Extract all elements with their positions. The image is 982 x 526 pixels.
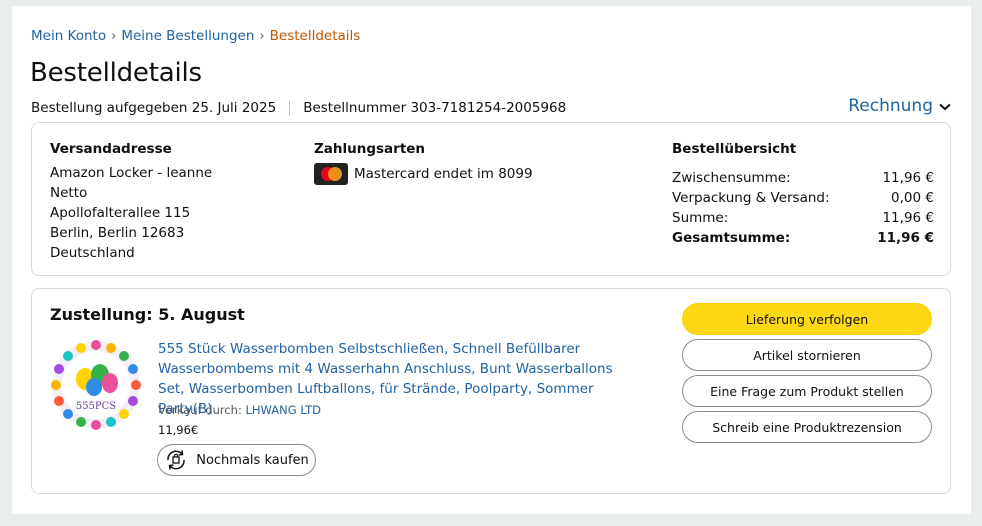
product-image[interactable]: 555PCS <box>50 339 142 431</box>
invoice-dropdown[interactable]: Rechnung <box>848 96 951 116</box>
summary-total-row: Gesamtsumme: 11,96 € <box>672 228 934 248</box>
summary-value: 11,96 € <box>882 210 934 226</box>
order-number: Bestellnummer 303-7181254-2005968 <box>303 100 567 116</box>
breadcrumb-my-orders[interactable]: Meine Bestellungen <box>121 28 254 44</box>
payment-title: Zahlungsarten <box>314 141 426 157</box>
shipment-box: Zustellung: 5. August 555PCS 555 Stück W… <box>31 288 951 494</box>
order-info-box: Versandadresse Amazon Locker - leanne Ne… <box>31 122 951 276</box>
seller-link[interactable]: LHWANG LTD <box>245 403 321 417</box>
breadcrumb-separator: › <box>111 29 117 44</box>
order-meta: Bestellung aufgegeben 25. Juli 2025 Best… <box>31 100 566 116</box>
rebuy-cycle-icon <box>167 450 185 470</box>
delivery-title: Zustellung: 5. August <box>50 305 245 324</box>
ask-product-question-button[interactable]: Eine Frage zum Produkt stellen <box>682 375 932 407</box>
address-line: Deutschland <box>50 245 135 261</box>
track-package-button[interactable]: Lieferung verfolgen <box>682 303 932 335</box>
payment-methods: Zahlungsarten Mastercard endet im 8099 <box>314 139 533 185</box>
invoice-label: Rechnung <box>848 96 933 116</box>
summary-title: Bestellübersicht <box>672 141 797 157</box>
buy-again-label: Nochmals kaufen <box>196 452 309 468</box>
summary-row: Verpackung & Versand: 0,00 € <box>672 188 934 208</box>
summary-label: Gesamtsumme: <box>672 230 791 246</box>
breadcrumb-current: Bestelldetails <box>269 28 361 44</box>
buy-again-button[interactable]: Nochmals kaufen <box>157 444 316 476</box>
breadcrumb: Mein Konto › Meine Bestellungen › Bestelldet… <box>31 28 360 44</box>
summary-value: 0,00 € <box>891 190 934 206</box>
breadcrumb-my-account[interactable]: Mein Konto <box>31 28 106 44</box>
summary-row: Summe: 11,96 € <box>672 208 934 228</box>
order-date: Bestellung aufgegeben 25. Juli 2025 <box>31 100 277 116</box>
seller-line: Verkauf durch: LHWANG LTD <box>158 403 321 417</box>
summary-value: 11,96 € <box>882 170 934 186</box>
order-summary: Bestellübersicht Zwischensumme: 11,96 € V… <box>672 139 934 248</box>
product-price: 11,96€ <box>158 423 199 437</box>
order-details-page: Mein Konto › Meine Bestellungen › Bestelldet… <box>12 6 971 514</box>
product-image-label: 555PCS <box>76 401 116 412</box>
meta-divider <box>289 100 291 116</box>
summary-label: Verpackung & Versand: <box>672 190 830 206</box>
page-title: Bestelldetails <box>30 58 202 88</box>
seller-prefix: Verkauf durch: <box>158 403 242 417</box>
address-line: Berlin, Berlin 12683 <box>50 225 185 241</box>
summary-value: 11,96 € <box>877 230 934 246</box>
breadcrumb-separator: › <box>259 29 265 44</box>
shipping-title: Versandadresse <box>50 141 172 157</box>
shipping-address: Versandadresse Amazon Locker - leanne Ne… <box>50 139 212 263</box>
address-line: Netto <box>50 185 88 201</box>
chevron-down-icon <box>939 103 951 111</box>
summary-label: Zwischensumme: <box>672 170 791 186</box>
mastercard-icon <box>314 163 348 185</box>
write-review-button[interactable]: Schreib eine Produktrezension <box>682 411 932 443</box>
payment-card-text: Mastercard endet im 8099 <box>354 166 533 182</box>
summary-row: Zwischensumme: 11,96 € <box>672 168 934 188</box>
summary-label: Summe: <box>672 210 729 226</box>
address-line: Apollofalterallee 115 <box>50 205 191 221</box>
address-line: Amazon Locker - leanne <box>50 165 213 181</box>
cancel-item-button[interactable]: Artikel stornieren <box>682 339 932 371</box>
